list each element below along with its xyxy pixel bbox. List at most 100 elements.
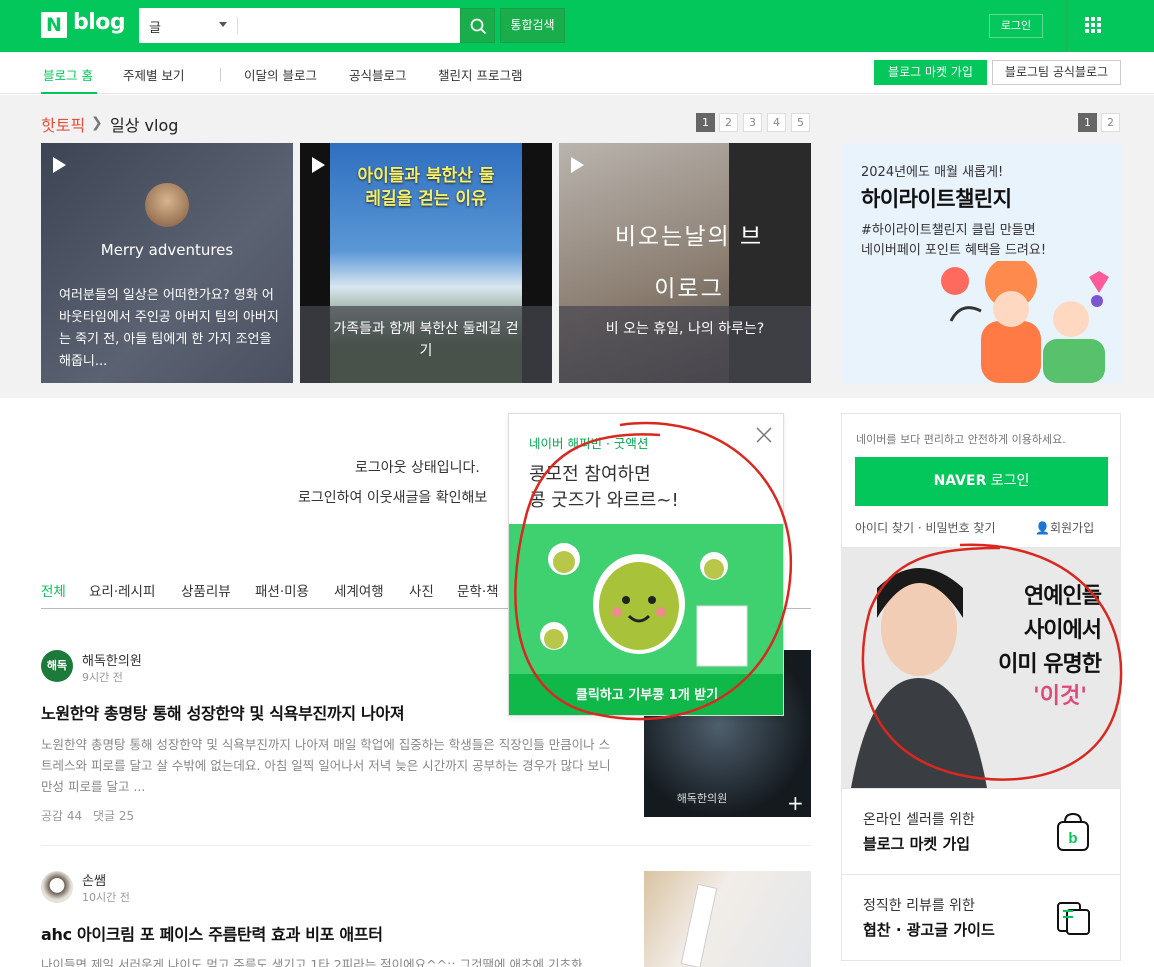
promo-page-1[interactable]: 1 (1078, 113, 1097, 132)
plus-icon[interactable]: + (787, 793, 804, 813)
search-button[interactable] (460, 8, 495, 43)
nav-challenge-program[interactable]: 챌린지 프로그램 (438, 65, 522, 84)
signup-label: 회원가입 (1049, 521, 1095, 535)
hot-card-2[interactable]: 아이들과 북한산 둘레길을 걷는 이유 가족들과 함께 북한산 둘레길 걷기 (300, 143, 552, 383)
avatar (145, 183, 189, 227)
promo-desc: #하이라이트챌린지 클립 만들면 (861, 223, 1036, 238)
banner-subtitle: 온라인 셀러를 위한 (863, 812, 975, 828)
hot-page-1[interactable]: 1 (696, 113, 715, 132)
search-category-select[interactable]: 글 (149, 17, 161, 36)
happybean-popup: 네이버 해피빈 · 굿액션 콩모전 참여하면 콩 굿즈가 와르르~! 클릭하고 … (508, 413, 784, 716)
post-time: 9시간 전 (82, 671, 123, 684)
tab-cooking[interactable]: 요리·레시피 (89, 580, 155, 600)
blog-logo[interactable]: blog (73, 10, 126, 35)
ad-person-image (851, 568, 987, 788)
ad-text: 사이에서 (1024, 618, 1102, 643)
svg-text:b: b (1068, 830, 1077, 847)
login-panel-message: 네이버를 보다 편리하고 안전하게 이용하세요. (856, 433, 1066, 446)
hot-page-3[interactable]: 3 (743, 113, 762, 132)
card-caption: 비 오는 휴일, 나의 하루는? (559, 306, 811, 383)
hot-page-2[interactable]: 2 (719, 113, 738, 132)
login-text: 로그인 (986, 473, 1030, 489)
promo-illustration (941, 261, 1109, 383)
ad-text: 연예인들 (1024, 584, 1102, 609)
post-body[interactable]: 노원한약 총명탕 통해 성장한약 및 식욕부진까지 나아져 매일 학업에 집중하… (41, 734, 616, 797)
naver-login-button[interactable]: NAVER 로그인 (855, 457, 1108, 506)
find-id-password-link[interactable]: 아이디 찾기 · 비밀번호 찾기 (855, 519, 996, 536)
hot-page-5[interactable]: 5 (791, 113, 810, 132)
naver-brand-text: NAVER (933, 473, 987, 489)
tab-literature[interactable]: 문학·책 (457, 580, 499, 600)
avatar[interactable]: 해독 (41, 650, 73, 682)
hot-card-1[interactable]: Merry adventures 여러분들의 일상은 어떠한가요? 영화 어바웃… (41, 143, 293, 383)
post-divider (41, 845, 811, 846)
card-overlay-title: 비오는날의 브이로그 (614, 224, 764, 302)
nav-topics[interactable]: 주제별 보기 (123, 65, 184, 84)
blog-market-banner[interactable]: 온라인 셀러를 위한 블로그 마켓 가입 b (841, 788, 1121, 875)
signup-link[interactable]: 👤회원가입 (1035, 519, 1094, 536)
card-overlay-title: Merry adventures (100, 241, 234, 259)
nav-divider (220, 68, 221, 81)
apps-grid-icon[interactable] (1085, 17, 1101, 33)
popup-headline: 콩 굿즈가 와르르~! (529, 490, 679, 511)
avatar[interactable] (41, 871, 73, 903)
post-likes[interactable]: 공감 44 (41, 807, 82, 824)
banner-subtitle: 정직한 리뷰를 위한 (863, 898, 975, 914)
banner-title: 블로그 마켓 가입 (863, 835, 971, 853)
post-comments[interactable]: 댓글 25 (93, 807, 134, 824)
post-title[interactable]: ahc 아이크림 포 페이스 주름탄력 효과 비포 애프터 (41, 921, 383, 945)
post-author[interactable]: 해독한의원 (82, 650, 142, 669)
post-author[interactable]: 손쌤 (82, 870, 106, 889)
blog-market-join-button[interactable]: 블로그 마켓 가입 (874, 60, 987, 85)
hot-topic-label[interactable]: 핫토픽 (41, 112, 85, 136)
nav-blog-of-month[interactable]: 이달의 블로그 (244, 65, 317, 84)
popup-headline: 콩모전 참여하면 (529, 464, 651, 485)
post-title[interactable]: 노원한약 총명탕 통해 성장한약 및 식욕부진까지 나아져 (41, 700, 405, 724)
play-icon (571, 157, 584, 173)
nav-blog-home[interactable]: 블로그 홈 (43, 65, 93, 84)
document-icon (1057, 902, 1090, 935)
thumb-caption: 해독한의원 (676, 792, 728, 805)
login-button[interactable]: 로그인 (989, 14, 1043, 38)
search-input[interactable] (243, 13, 453, 38)
tab-fashion-beauty[interactable]: 패션·미용 (255, 580, 309, 600)
card-caption: 여러분들의 일상은 어떠한가요? 영화 어바웃타임에서 주인공 아버지 팀의 아… (59, 288, 279, 369)
banner-title: 협찬 · 광고글 가이드 (863, 921, 995, 939)
chevron-down-icon[interactable] (219, 22, 227, 27)
naver-logo-icon[interactable]: N (41, 12, 67, 38)
login-panel: 네이버를 보다 편리하고 안전하게 이용하세요. NAVER 로그인 아이디 찾… (841, 413, 1121, 548)
hot-page-4[interactable]: 4 (767, 113, 786, 132)
post-thumbnail[interactable] (644, 871, 811, 967)
close-icon[interactable] (754, 425, 774, 445)
promo-desc: 네이버페이 포인트 혜택을 드려요! (861, 243, 1047, 258)
unified-search-button[interactable]: 통합검색 (500, 8, 565, 43)
promo-page-2[interactable]: 2 (1101, 113, 1120, 132)
card-overlay-title: 아이들과 북한산 둘레길을 걷는 이유 (357, 166, 495, 209)
ad-text: 이미 유명한 (998, 652, 1102, 677)
highlight-challenge-promo[interactable]: 2024년에도 매월 새롭게! 하이라이트챌린지 #하이라이트챌린지 클립 만들… (841, 143, 1121, 383)
active-tab-indicator (41, 92, 97, 94)
tab-product-review[interactable]: 상품리뷰 (181, 580, 231, 600)
post-time: 10시간 전 (82, 891, 130, 904)
post-body[interactable]: 나이들면 제일 서러운게 나이도 먹고 주름도 생기고 1타 2피라는 점이에요… (41, 954, 616, 967)
play-icon (312, 157, 325, 173)
promo-subtitle: 2024년에도 매월 새롭게! (861, 165, 1004, 180)
ad-banner[interactable]: 연예인들 사이에서 이미 유명한 '이것' (841, 548, 1121, 788)
top-header-bar: N blog 글 통합검색 로그인 (0, 0, 1154, 52)
card-caption: 가족들과 함께 북한산 둘레길 걷기 (300, 306, 552, 383)
tab-photo[interactable]: 사진 (409, 580, 434, 600)
bean-character-illustration (540, 543, 748, 667)
hot-topic-category[interactable]: 일상 vlog (110, 112, 178, 136)
tab-all[interactable]: 전체 (41, 580, 66, 600)
header-divider (1066, 0, 1067, 52)
blog-team-official-button[interactable]: 블로그팀 공식블로그 (992, 60, 1121, 85)
popup-cta-button[interactable]: 클릭하고 기부콩 1개 받기 (509, 674, 783, 715)
popup-image[interactable] (509, 524, 783, 674)
promo-title: 하이라이트챌린지 (861, 187, 1012, 211)
login-prompt-text: 로그인하여 이웃새글을 확인해보 (298, 490, 488, 506)
sponsorship-guide-banner[interactable]: 정직한 리뷰를 위한 협찬 · 광고글 가이드 (841, 874, 1121, 961)
hot-card-3[interactable]: 비오는날의 브이로그 비 오는 휴일, 나의 하루는? (559, 143, 811, 383)
search-box: 글 (139, 8, 460, 43)
nav-official-blog[interactable]: 공식블로그 (349, 65, 407, 84)
tab-world-travel[interactable]: 세계여행 (334, 580, 384, 600)
